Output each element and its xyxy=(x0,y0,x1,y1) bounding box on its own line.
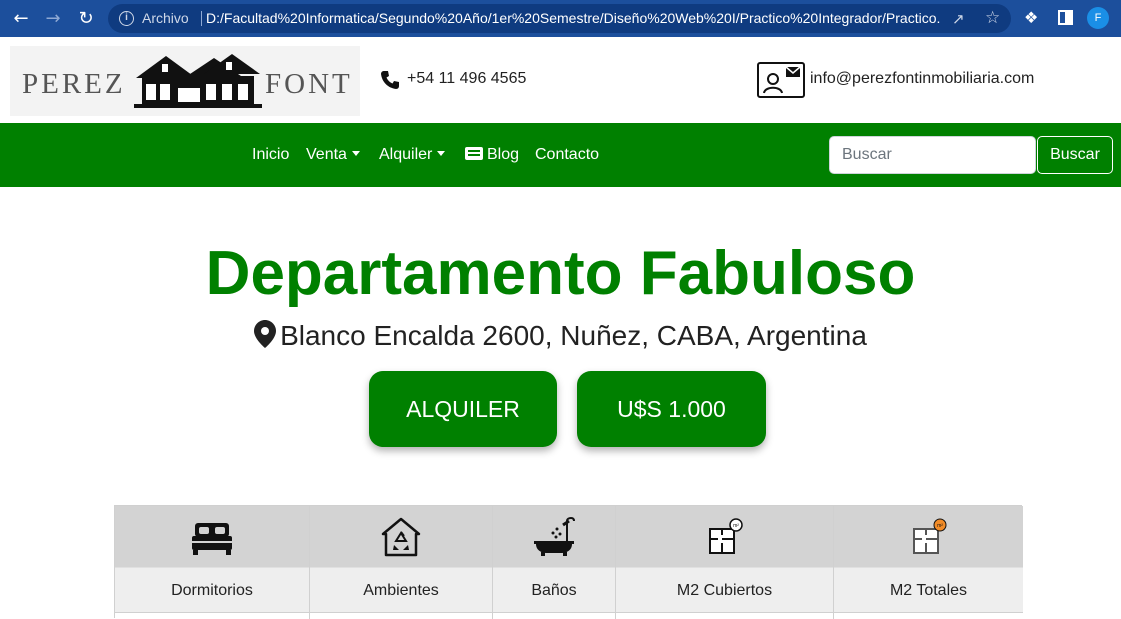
forward-arrow-icon[interactable]: → xyxy=(42,8,64,30)
feature-label: Baños xyxy=(493,567,615,612)
extensions-icon[interactable]: ❖ xyxy=(1024,8,1038,28)
house-logo-icon xyxy=(134,54,262,108)
bathtub-icon xyxy=(534,517,575,556)
bed-icon xyxy=(192,523,232,555)
main-navbar: Inicio Venta Alquiler Blog Contacto Busc… xyxy=(0,123,1121,187)
svg-text:m²: m² xyxy=(937,523,943,529)
floorplan-icon: m² xyxy=(708,518,743,554)
nav-item-alquiler[interactable]: Alquiler xyxy=(379,146,446,164)
caret-down-icon xyxy=(437,151,446,156)
star-icon[interactable]: ☆ xyxy=(985,8,1000,28)
omnibox-divider xyxy=(201,11,202,26)
nav-item-venta[interactable]: Venta xyxy=(306,146,360,164)
feature-m2-totales: m² M2 Totales xyxy=(834,506,1023,619)
address-bar[interactable]: i Archivo D:/Facultad%20Informatica/Segu… xyxy=(108,4,1011,33)
address-text: Blanco Encalda 2600, Nuñez, CABA, Argent… xyxy=(280,320,867,351)
url-text[interactable]: D:/Facultad%20Informatica/Segundo%20Año/… xyxy=(206,10,941,26)
nav-item-contacto[interactable]: Contacto xyxy=(535,146,599,164)
scheme-label: Archivo xyxy=(142,10,189,26)
svg-text:m²: m² xyxy=(733,523,739,529)
nav-item-label: Contacto xyxy=(535,146,600,163)
nav-item-label: Inicio xyxy=(252,146,290,163)
feature-label: Ambientes xyxy=(310,567,492,612)
features-table: Dormitorios Ambientes Baños m² M2 Cubier… xyxy=(114,505,1023,619)
operation-badge: ALQUILER xyxy=(369,371,557,447)
floorplan-total-icon: m² xyxy=(912,518,946,554)
property-address: Blanco Encalda 2600, Nuñez, CABA, Argent… xyxy=(0,318,1121,354)
share-icon[interactable]: ↗ xyxy=(952,10,965,28)
site-header: PEREZ FONT +54 11 496 4565 info@perezfon… xyxy=(0,37,1121,123)
feature-label: M2 Cubiertos xyxy=(616,567,833,612)
price-badge: U$S 1.000 xyxy=(577,371,766,447)
nav-item-label: Venta xyxy=(306,146,347,163)
back-arrow-icon[interactable]: ← xyxy=(10,8,32,30)
browser-toolbar: ← → ↻ i Archivo D:/Facultad%20Informatic… xyxy=(0,0,1121,37)
caret-down-icon xyxy=(351,151,360,156)
logo[interactable]: PEREZ FONT xyxy=(10,46,360,116)
house-recycle-icon xyxy=(381,517,421,557)
search-button[interactable]: Buscar xyxy=(1037,136,1113,174)
nav-item-label: Alquiler xyxy=(379,146,433,163)
feature-label: M2 Totales xyxy=(834,567,1023,612)
nav-item-blog[interactable]: Blog xyxy=(465,146,519,164)
feature-m2-cubiertos: m² M2 Cubiertos xyxy=(616,506,834,619)
search-input[interactable] xyxy=(829,136,1036,174)
phone-icon xyxy=(381,71,399,89)
email-address[interactable]: info@perezfontinmobiliaria.com xyxy=(810,70,1034,88)
feature-dormitorios: Dormitorios xyxy=(115,506,310,619)
reload-icon[interactable]: ↻ xyxy=(75,8,97,30)
feature-label: Dormitorios xyxy=(115,567,309,612)
contact-card-icon xyxy=(757,62,805,98)
info-icon[interactable]: i xyxy=(119,11,134,26)
feature-banos: Baños xyxy=(493,506,616,619)
nav-item-label: Blog xyxy=(487,146,520,163)
logo-text-left: PEREZ xyxy=(22,68,126,100)
feature-ambientes: Ambientes xyxy=(310,506,493,619)
map-pin-icon xyxy=(254,320,277,348)
phone-number[interactable]: +54 11 496 4565 xyxy=(407,70,526,88)
property-title: Departamento Fabuloso xyxy=(205,239,916,308)
nav-item-inicio[interactable]: Inicio xyxy=(252,146,289,164)
profile-avatar[interactable]: F xyxy=(1087,7,1109,29)
side-panel-icon[interactable] xyxy=(1058,10,1073,25)
newspaper-icon xyxy=(465,147,483,160)
logo-text-right: FONT xyxy=(265,68,353,100)
